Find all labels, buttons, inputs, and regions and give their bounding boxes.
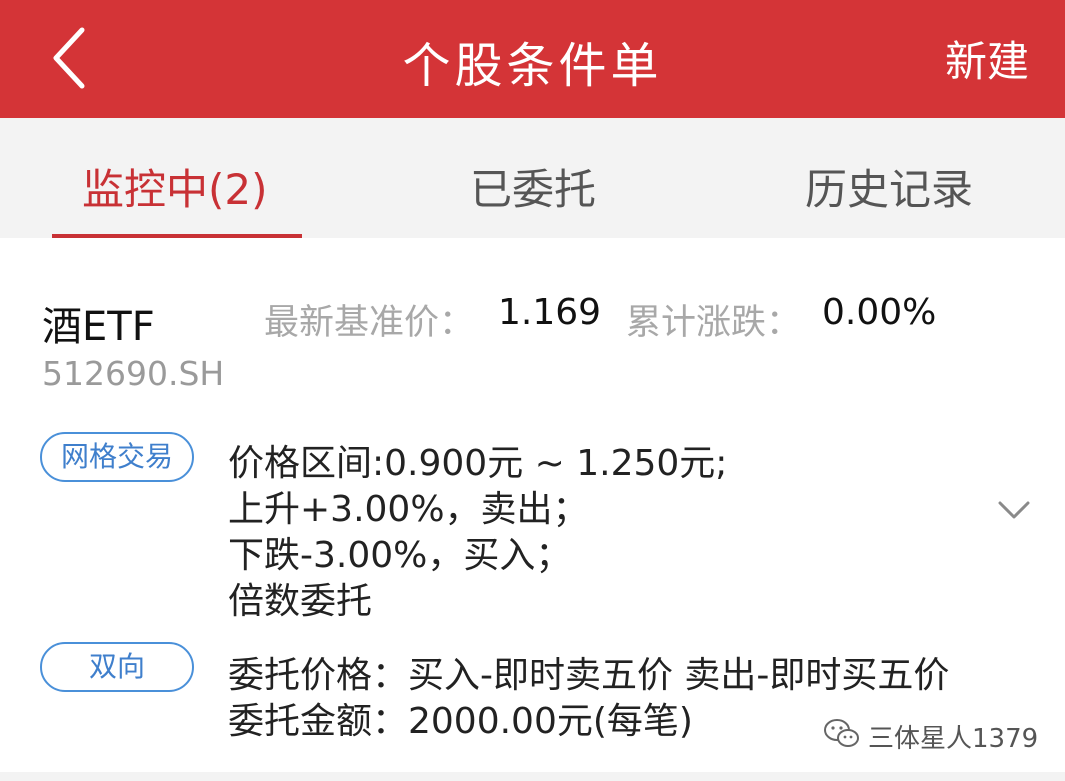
entrust-amount-line: 委托金额：2000.00元(每笔) xyxy=(228,701,693,742)
watermark-text: 三体星人1379 xyxy=(868,724,1039,754)
header-bar: 个股条件单 新建 xyxy=(0,0,1065,118)
page-title: 个股条件单 xyxy=(402,38,663,94)
chevron-down-icon xyxy=(998,501,1030,519)
stock-code: 512690.SH xyxy=(42,354,225,393)
change-label: 累计涨跌： xyxy=(626,303,802,343)
condition-order-card[interactable]: 酒ETF 512690.SH 最新基准价： 1.169 累计涨跌： 0.00% … xyxy=(0,238,1065,781)
price-label: 最新基准价： xyxy=(264,303,475,343)
stock-name: 酒ETF xyxy=(42,304,155,350)
change-value: 0.00% xyxy=(822,292,937,333)
price-value: 1.169 xyxy=(498,292,602,333)
price-range-line: 价格区间:0.900元 ~ 1.250元; xyxy=(228,443,728,484)
tab-bar: 监控中(2) 已委托 历史记录 xyxy=(0,118,1065,238)
wechat-icon xyxy=(824,719,859,747)
rise-rule-line: 上升+3.00%，卖出； xyxy=(228,489,589,530)
divider xyxy=(0,772,1065,781)
multiple-entrust-line: 倍数委托 xyxy=(228,581,373,622)
new-button[interactable]: 新建 xyxy=(945,28,1029,89)
tab-history[interactable]: 历史记录 xyxy=(805,156,973,217)
bidirectional-tag: 双向 xyxy=(40,642,194,692)
tab-monitoring[interactable]: 监控中(2) xyxy=(82,156,268,217)
grid-trading-tag: 网格交易 xyxy=(40,432,194,482)
tab-entrusted[interactable]: 已委托 xyxy=(470,156,596,217)
fall-rule-line: 下跌-3.00%，买入； xyxy=(228,535,572,576)
expand-button[interactable] xyxy=(996,496,1032,524)
entrust-price-line: 委托价格：买入-即时卖五价 卖出-即时买五价 xyxy=(228,655,950,696)
